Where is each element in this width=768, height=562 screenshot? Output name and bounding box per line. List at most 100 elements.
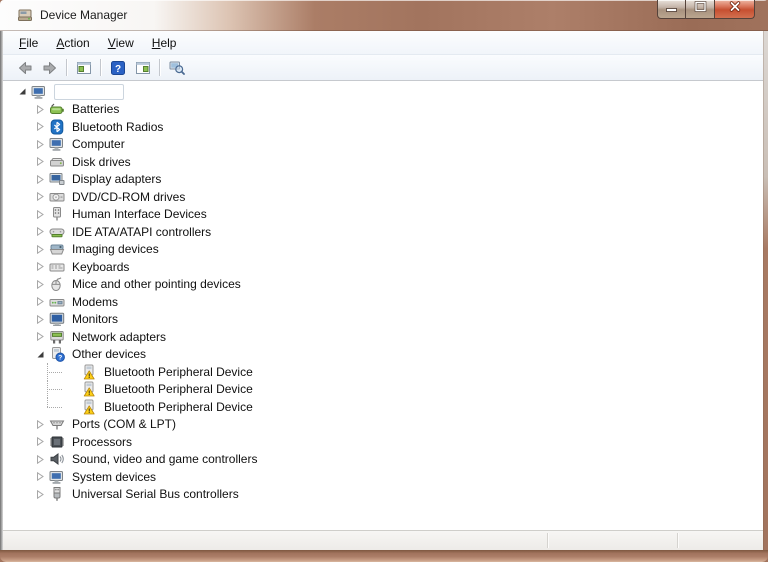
minimize-button[interactable]	[657, 0, 686, 19]
computer-name-redacted[interactable]	[54, 83, 124, 100]
close-button[interactable]	[714, 0, 755, 19]
console-tree-icon	[76, 60, 92, 76]
expander-collapsed-icon[interactable]	[36, 314, 45, 324]
tree-item-modems[interactable]: Modems	[3, 293, 763, 311]
svg-text:?: ?	[58, 355, 62, 362]
expander-collapsed-icon[interactable]	[36, 174, 45, 184]
expander-collapsed-icon[interactable]	[36, 227, 45, 237]
back-button[interactable]	[12, 57, 37, 79]
tree-item-label[interactable]: Sound, video and game controllers	[70, 452, 259, 466]
tree-item-label[interactable]: Universal Serial Bus controllers	[70, 487, 241, 501]
tree-item-label[interactable]: Imaging devices	[70, 242, 161, 256]
tree-item-display-adapters[interactable]: Display adapters	[3, 171, 763, 189]
maximize-button[interactable]	[686, 0, 714, 19]
tree-item-network-adapters[interactable]: Network adapters	[3, 328, 763, 346]
expander-collapsed-icon[interactable]	[36, 244, 45, 254]
tree-item-label[interactable]: Bluetooth Peripheral Device	[102, 365, 255, 379]
tree-item-universal-serial-bus-controllers[interactable]: Universal Serial Bus controllers	[3, 486, 763, 504]
expander-collapsed-icon[interactable]	[36, 419, 45, 429]
expander-collapsed-icon[interactable]	[36, 139, 45, 149]
tree-item-monitors[interactable]: Monitors	[3, 311, 763, 329]
tree-item-label[interactable]: Modems	[70, 295, 120, 309]
expander-collapsed-icon[interactable]	[36, 454, 45, 464]
tree-item-computer[interactable]: Computer	[3, 136, 763, 154]
menu-item-view[interactable]: View	[99, 31, 143, 54]
keyboard-icon	[49, 259, 65, 275]
window-title: Device Manager	[40, 8, 128, 22]
tree-item-label[interactable]: Bluetooth Radios	[70, 120, 165, 134]
expander-collapsed-icon[interactable]	[36, 104, 45, 114]
menu-item-file[interactable]: File	[10, 31, 47, 54]
device-manager-window: Device Manager File Action View Help ? Batt…	[0, 0, 768, 562]
tree-item-label[interactable]: Display adapters	[70, 172, 163, 186]
tree-item-label[interactable]: Monitors	[70, 312, 120, 326]
tree-root-computer[interactable]	[3, 83, 763, 101]
tree-item-label[interactable]: Keyboards	[70, 260, 131, 274]
menu-item-help[interactable]: Help	[143, 31, 186, 54]
window-border-left	[0, 31, 3, 550]
tree-item-dvd-cd-rom-drives[interactable]: DVD/CD-ROM drives	[3, 188, 763, 206]
expander-collapsed-icon[interactable]	[36, 297, 45, 307]
warning-device-icon: !	[81, 399, 97, 415]
expander-collapsed-icon[interactable]	[36, 437, 45, 447]
tree-item-label[interactable]: Batteries	[70, 102, 121, 116]
help-button[interactable]: ?	[105, 57, 130, 79]
expander-collapsed-icon[interactable]	[36, 489, 45, 499]
menu-item-action[interactable]: Action	[47, 31, 98, 54]
unknown-device-icon: ?	[49, 346, 65, 363]
show-action-pane-button[interactable]	[130, 57, 155, 79]
expander-collapsed-icon[interactable]	[36, 472, 45, 482]
computer-icon	[49, 469, 65, 485]
tree-item-bluetooth-radios[interactable]: Bluetooth Radios	[3, 118, 763, 136]
expander-expanded-icon[interactable]	[36, 350, 45, 359]
tree-item-label[interactable]: Computer	[70, 137, 127, 151]
tree-item-label[interactable]: Other devices	[70, 347, 148, 361]
tree-item-label[interactable]: System devices	[70, 470, 158, 484]
tree-item-sound-video-and-game-controllers[interactable]: Sound, video and game controllers	[3, 451, 763, 469]
tree-item-bluetooth-peripheral-device[interactable]: ! Bluetooth Peripheral Device	[3, 380, 763, 399]
tree-item-ports-com-lpt[interactable]: Ports (COM & LPT)	[3, 416, 763, 434]
tree-item-other-devices[interactable]: ? Other devices	[3, 346, 763, 364]
console-pane: Batteries Bluetooth Radios Computer Disk dr…	[3, 81, 763, 530]
expander-collapsed-icon[interactable]	[36, 192, 45, 202]
tree-item-ide-ata-atapi-controllers[interactable]: IDE ATA/ATAPI controllers	[3, 223, 763, 241]
tree-item-mice-and-other-pointing-devices[interactable]: Mice and other pointing devices	[3, 276, 763, 294]
tree-item-label[interactable]: DVD/CD-ROM drives	[70, 190, 187, 204]
expander-collapsed-icon[interactable]	[36, 122, 45, 132]
expander-collapsed-icon[interactable]	[36, 279, 45, 289]
tree-item-label[interactable]: Disk drives	[70, 155, 133, 169]
tree-item-processors[interactable]: Processors	[3, 433, 763, 451]
tree-item-human-interface-devices[interactable]: Human Interface Devices	[3, 206, 763, 224]
tree-item-label[interactable]: IDE ATA/ATAPI controllers	[70, 225, 213, 239]
show-console-tree-button[interactable]	[71, 57, 96, 79]
tree-item-imaging-devices[interactable]: Imaging devices	[3, 241, 763, 259]
window-border-right	[763, 31, 768, 550]
tree-item-system-devices[interactable]: System devices	[3, 468, 763, 486]
tree-item-batteries[interactable]: Batteries	[3, 101, 763, 119]
tree-item-label[interactable]: Processors	[70, 435, 134, 449]
toolbar-separator	[159, 59, 160, 76]
expander-collapsed-icon[interactable]	[36, 332, 45, 342]
monitor-icon	[49, 311, 65, 327]
tree-item-label[interactable]: Human Interface Devices	[70, 207, 209, 221]
expander-collapsed-icon[interactable]	[36, 209, 45, 219]
forward-button[interactable]	[37, 57, 62, 79]
toolbar: ?	[3, 55, 763, 81]
help-icon: ?	[110, 60, 126, 76]
tree-item-label[interactable]: Bluetooth Peripheral Device	[102, 400, 255, 414]
expander-collapsed-icon[interactable]	[36, 157, 45, 167]
tree-item-bluetooth-peripheral-device[interactable]: ! Bluetooth Peripheral Device	[3, 398, 763, 416]
forward-arrow-icon	[42, 60, 58, 76]
tree-item-label[interactable]: Network adapters	[70, 330, 168, 344]
scan-hardware-icon	[169, 60, 185, 76]
expander-expanded-icon[interactable]	[18, 87, 27, 96]
scan-for-hardware-changes-button[interactable]	[164, 57, 189, 79]
expander-collapsed-icon[interactable]	[36, 262, 45, 272]
tree-item-bluetooth-peripheral-device[interactable]: ! Bluetooth Peripheral Device	[3, 363, 763, 381]
tree-item-disk-drives[interactable]: Disk drives	[3, 153, 763, 171]
computer-icon	[49, 136, 65, 152]
tree-item-label[interactable]: Ports (COM & LPT)	[70, 417, 178, 431]
tree-item-label[interactable]: Mice and other pointing devices	[70, 277, 243, 291]
tree-item-label[interactable]: Bluetooth Peripheral Device	[102, 382, 255, 396]
tree-item-keyboards[interactable]: Keyboards	[3, 258, 763, 276]
